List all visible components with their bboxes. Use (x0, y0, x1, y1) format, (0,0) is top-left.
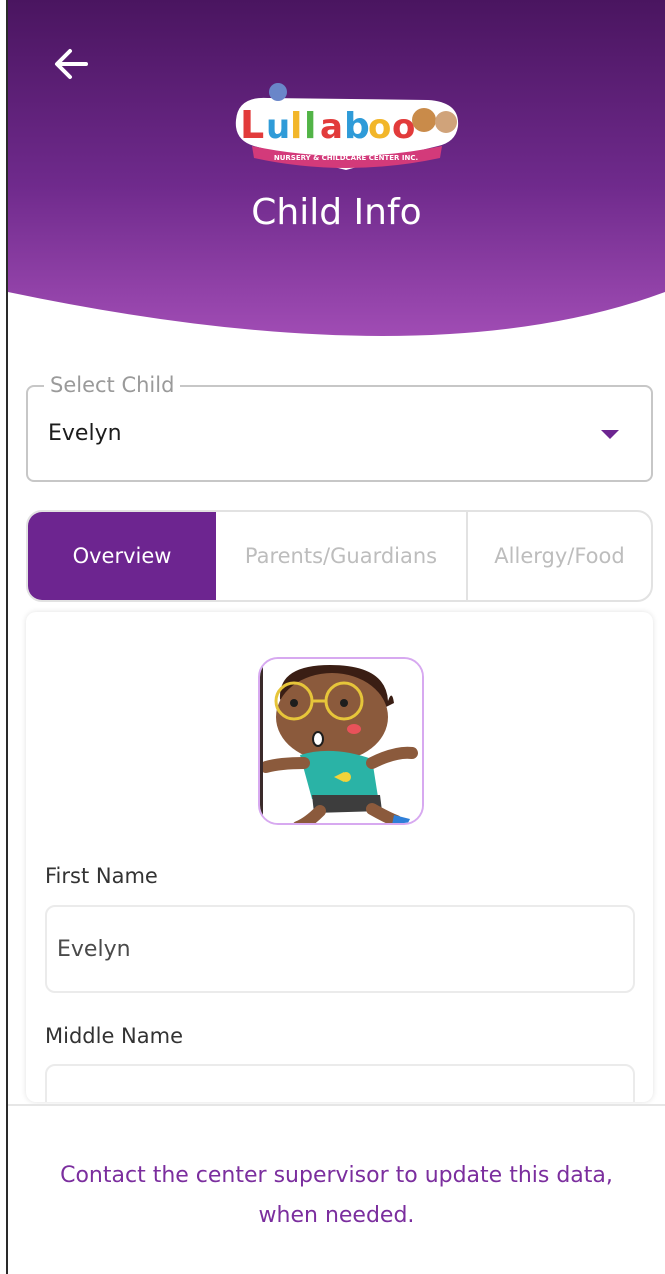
back-button[interactable] (48, 40, 96, 88)
tab-parents-guardians[interactable]: Parents/Guardians (216, 512, 468, 600)
select-child-label: Select Child (44, 373, 181, 397)
middle-name-field[interactable] (45, 1064, 635, 1102)
header: L u l l a b o o NURSERY & CHILDCARE CENT… (8, 0, 665, 360)
svg-text:a: a (320, 107, 343, 147)
svg-text:o: o (368, 107, 391, 147)
arrow-left-icon (55, 49, 88, 79)
tab-bar: Overview Parents/Guardians Allergy/Food (26, 510, 653, 602)
child-illustration (260, 659, 422, 823)
svg-text:b: b (344, 106, 370, 147)
middle-name-label: Middle Name (45, 1024, 183, 1048)
svg-text:l: l (290, 106, 302, 147)
tab-overview[interactable]: Overview (28, 512, 216, 600)
svg-text:u: u (266, 107, 290, 147)
first-name-value: Evelyn (57, 936, 131, 962)
select-child-value: Evelyn (48, 421, 122, 446)
svg-text:l: l (304, 106, 316, 147)
overview-card: First Name Evelyn Middle Name (26, 612, 653, 1102)
child-info-screen: L u l l a b o o NURSERY & CHILDCARE CENT… (0, 0, 665, 1274)
window-edge (0, 0, 8, 1274)
caret-down-icon (601, 430, 619, 439)
first-name-label: First Name (45, 864, 158, 888)
child-avatar (258, 657, 424, 825)
footer-message: Contact the center supervisor to update … (60, 1163, 613, 1228)
footer: Contact the center supervisor to update … (8, 1104, 665, 1274)
tab-allergy-food[interactable]: Allergy/Food (468, 512, 651, 600)
svg-text:L: L (240, 103, 264, 147)
page-title: Child Info (251, 192, 422, 233)
svg-text:o: o (392, 107, 415, 147)
first-name-field[interactable]: Evelyn (45, 905, 635, 993)
logo-tagline: NURSERY & CHILDCARE CENTER INC. (274, 154, 418, 162)
lullaboo-logo: L u l l a b o o NURSERY & CHILDCARE CENT… (228, 80, 464, 180)
select-child-dropdown[interactable]: Select Child Evelyn (26, 373, 653, 482)
